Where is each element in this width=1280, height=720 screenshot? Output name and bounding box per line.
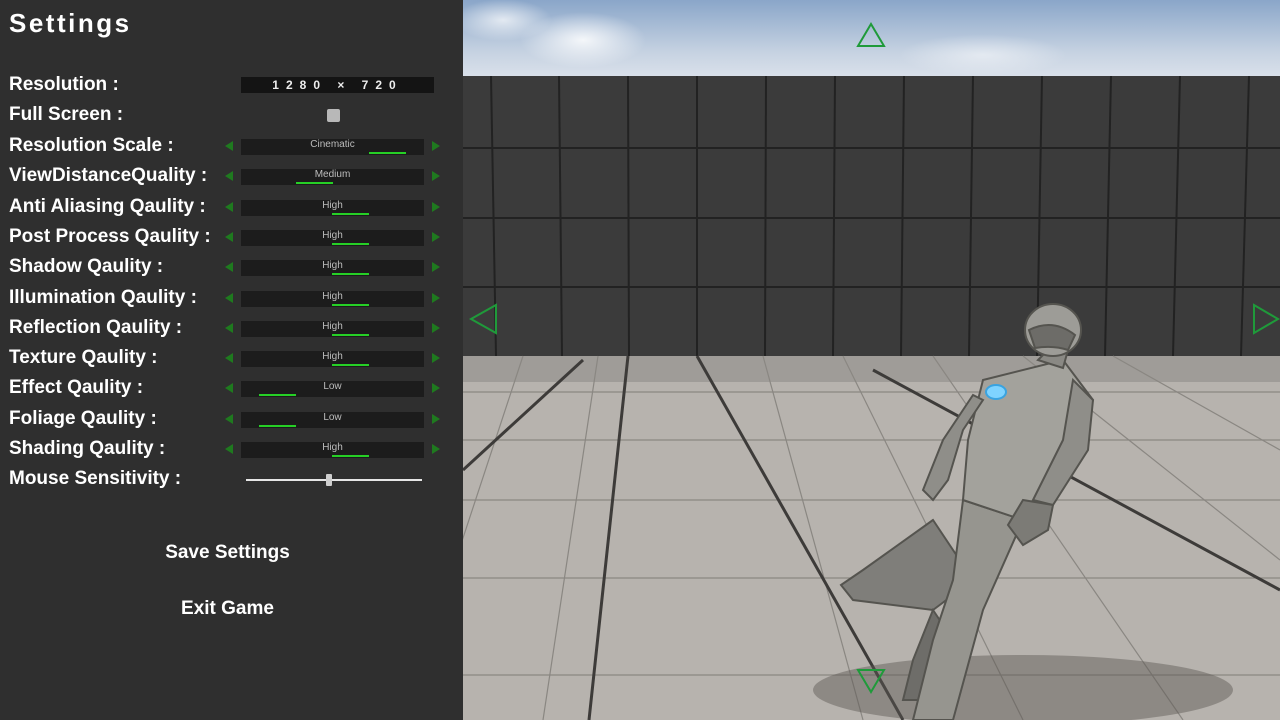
prev-arrow-icon[interactable] bbox=[225, 353, 233, 363]
quality-level-indicator bbox=[332, 455, 370, 457]
prev-arrow-icon[interactable] bbox=[225, 293, 233, 303]
resolution-label: Resolution : bbox=[9, 74, 119, 95]
quality-row-label: ViewDistanceQuality : bbox=[9, 165, 208, 186]
quality-track: High bbox=[241, 260, 424, 276]
next-arrow-icon[interactable] bbox=[432, 171, 440, 181]
prev-arrow-icon[interactable] bbox=[225, 262, 233, 272]
scene-drawing bbox=[463, 75, 1280, 720]
prev-arrow-icon[interactable] bbox=[225, 414, 233, 424]
quality-value: High bbox=[322, 442, 343, 453]
quality-value: High bbox=[322, 230, 343, 241]
mouse-sensitivity-label: Mouse Sensitivity : bbox=[9, 468, 182, 489]
next-arrow-icon[interactable] bbox=[432, 293, 440, 303]
quality-level-indicator bbox=[332, 243, 370, 245]
prev-arrow-icon[interactable] bbox=[225, 323, 233, 333]
prev-arrow-icon[interactable] bbox=[225, 141, 233, 151]
quality-value: High bbox=[322, 321, 343, 332]
quality-selector: High bbox=[225, 260, 440, 276]
quality-value: Cinematic bbox=[310, 139, 355, 150]
prev-arrow-icon[interactable] bbox=[225, 202, 233, 212]
quality-row-label: Reflection Qaulity : bbox=[9, 317, 183, 338]
quality-selector: Low bbox=[225, 412, 440, 428]
prev-arrow-icon[interactable] bbox=[225, 171, 233, 181]
quality-row-label: Illumination Qaulity : bbox=[9, 287, 197, 308]
prev-arrow-icon[interactable] bbox=[225, 383, 233, 393]
next-arrow-icon[interactable] bbox=[432, 323, 440, 333]
save-settings-button[interactable]: Save Settings bbox=[0, 542, 455, 564]
quality-value: High bbox=[322, 260, 343, 271]
quality-track: High bbox=[241, 200, 424, 216]
next-arrow-icon[interactable] bbox=[432, 353, 440, 363]
quality-value: High bbox=[322, 291, 343, 302]
mouse-sensitivity-slider[interactable] bbox=[246, 472, 422, 488]
page-title: Settings bbox=[9, 8, 132, 38]
next-arrow-icon[interactable] bbox=[432, 141, 440, 151]
quality-level-indicator bbox=[332, 334, 370, 336]
prev-arrow-icon[interactable] bbox=[225, 444, 233, 454]
quality-selector: High bbox=[225, 200, 440, 216]
resolution-dropdown[interactable]: 1280 × 720 bbox=[241, 77, 434, 93]
quality-level-indicator bbox=[259, 394, 297, 396]
quality-selector: High bbox=[225, 291, 440, 307]
quality-value: Low bbox=[323, 381, 342, 392]
right-arrow-icon[interactable] bbox=[1252, 302, 1280, 336]
slider-track[interactable] bbox=[246, 479, 422, 481]
quality-track: Medium bbox=[241, 169, 424, 185]
quality-row-label: Effect Qaulity : bbox=[9, 377, 144, 398]
quality-level-indicator bbox=[332, 304, 370, 306]
quality-level-indicator bbox=[332, 364, 370, 366]
next-arrow-icon[interactable] bbox=[432, 444, 440, 454]
next-arrow-icon[interactable] bbox=[432, 383, 440, 393]
quality-track: High bbox=[241, 321, 424, 337]
down-arrow-icon[interactable] bbox=[856, 668, 886, 694]
quality-selector: Cinematic bbox=[225, 139, 440, 155]
up-arrow-icon[interactable] bbox=[856, 22, 886, 48]
fullscreen-checkbox[interactable] bbox=[327, 109, 340, 122]
quality-level-indicator bbox=[332, 213, 370, 215]
next-arrow-icon[interactable] bbox=[432, 202, 440, 212]
next-arrow-icon[interactable] bbox=[432, 232, 440, 242]
next-arrow-icon[interactable] bbox=[432, 414, 440, 424]
quality-row-label: Post Process Qaulity : bbox=[9, 226, 211, 247]
quality-track: Low bbox=[241, 412, 424, 428]
quality-selector: Medium bbox=[225, 169, 440, 185]
quality-selector: High bbox=[225, 230, 440, 246]
quality-row-label: Anti Aliasing Qaulity : bbox=[9, 196, 206, 217]
quality-level-indicator bbox=[368, 152, 406, 154]
quality-track: Low bbox=[241, 381, 424, 397]
quality-row-label: Foliage Qaulity : bbox=[9, 408, 157, 429]
wall-grid bbox=[463, 75, 1280, 357]
quality-selector: High bbox=[225, 442, 440, 458]
quality-value: Medium bbox=[314, 169, 351, 180]
quality-value: High bbox=[322, 200, 343, 211]
quality-value: Low bbox=[323, 412, 342, 423]
quality-selector: High bbox=[225, 321, 440, 337]
quality-level-indicator bbox=[332, 273, 370, 275]
quality-row-label: Shading Qaulity : bbox=[9, 438, 166, 459]
quality-row-label: Resolution Scale : bbox=[9, 135, 174, 156]
quality-track: High bbox=[241, 230, 424, 246]
quality-value: High bbox=[322, 351, 343, 362]
settings-panel: Settings Resolution : 1280 × 720 Full Sc… bbox=[0, 0, 463, 720]
quality-row-label: Texture Qaulity : bbox=[9, 347, 158, 368]
left-arrow-icon[interactable] bbox=[468, 302, 498, 336]
quality-selector: High bbox=[225, 351, 440, 367]
quality-row-label: Shadow Qaulity : bbox=[9, 256, 164, 277]
quality-track: High bbox=[241, 351, 424, 367]
quality-track: High bbox=[241, 442, 424, 458]
next-arrow-icon[interactable] bbox=[432, 262, 440, 272]
fullscreen-label: Full Screen : bbox=[9, 104, 124, 125]
exit-game-button[interactable]: Exit Game bbox=[0, 598, 455, 620]
slider-handle[interactable] bbox=[326, 474, 332, 486]
prev-arrow-icon[interactable] bbox=[225, 232, 233, 242]
quality-selector: Low bbox=[225, 381, 440, 397]
quality-level-indicator bbox=[295, 182, 333, 184]
quality-level-indicator bbox=[259, 425, 297, 427]
quality-track: Cinematic bbox=[241, 139, 424, 155]
game-viewport[interactable] bbox=[463, 0, 1280, 720]
quality-track: High bbox=[241, 291, 424, 307]
